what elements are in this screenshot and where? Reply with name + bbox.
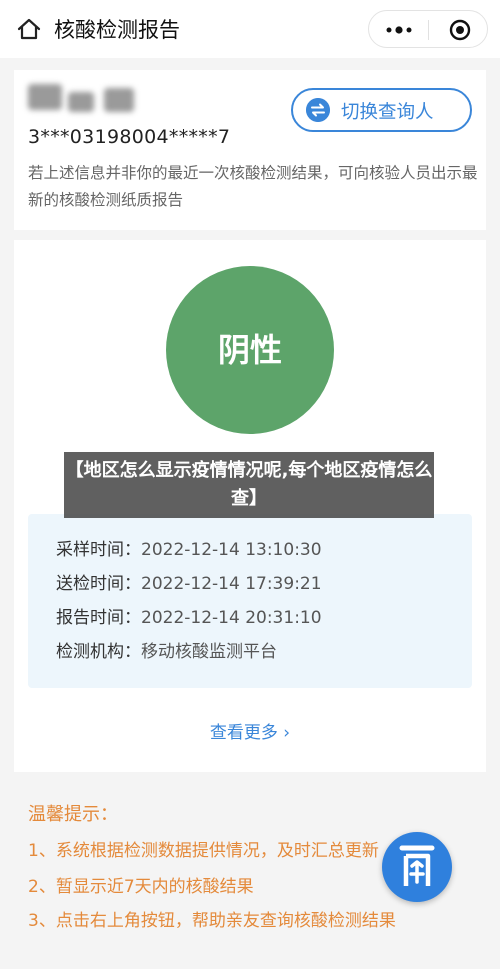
info-label: 报告时间： xyxy=(56,608,141,628)
page-title: 核酸检测报告 xyxy=(54,18,180,42)
tip-item: 2、暂显示近7天内的核酸结果 xyxy=(28,877,254,897)
floating-app-button[interactable] xyxy=(382,832,452,902)
view-more-link[interactable]: 查看更多 › xyxy=(14,718,486,743)
caption-overlay: 【地区怎么显示疫情情况呢,每个地区疫情怎么查】 xyxy=(64,452,434,518)
info-row-report: 报告时间：2022-12-14 20:31:10 xyxy=(56,606,322,630)
top-bar: 核酸检测报告 xyxy=(0,0,500,58)
target-close-icon[interactable] xyxy=(449,19,471,41)
info-label: 检测机构： xyxy=(56,642,141,662)
blurred-name xyxy=(24,80,144,118)
tip-item: 1、系统根据检测数据提供情况，及时汇总更新 xyxy=(28,841,379,861)
info-row-submission: 送检时间：2022-12-14 17:39:21 xyxy=(56,572,322,596)
result-status-circle: 阴性 xyxy=(166,266,334,434)
home-icon[interactable] xyxy=(16,16,42,42)
result-status: 阴性 xyxy=(217,331,282,369)
info-label: 采样时间： xyxy=(56,540,141,560)
info-value: 2022-12-14 17:39:21 xyxy=(141,574,322,594)
switch-user-icon xyxy=(306,98,330,122)
capsule-divider xyxy=(428,20,429,40)
info-label: 送检时间： xyxy=(56,574,141,594)
more-dots-icon[interactable] xyxy=(383,23,415,37)
info-value: 2022-12-14 20:31:10 xyxy=(141,608,322,628)
app-logo-icon xyxy=(399,845,435,886)
tips-title: 温馨提示： xyxy=(28,804,118,825)
miniapp-capsule xyxy=(368,10,488,48)
info-row-sampling: 采样时间：2022-12-14 13:10:30 xyxy=(56,538,322,562)
info-row-institution: 检测机构：移动核酸监测平台 xyxy=(56,640,277,664)
id-number: 3***03198004*****7 xyxy=(28,126,231,148)
tip-item: 3、点击右上角按钮，帮助亲友查询核酸检测结果 xyxy=(28,911,396,931)
info-value: 移动核酸监测平台 xyxy=(141,642,277,662)
switch-user-label: 切换查询人 xyxy=(341,102,434,123)
test-info-box: 采样时间：2022-12-14 13:10:30 送检时间：2022-12-14… xyxy=(28,514,472,688)
user-info-card: 3***03198004*****7 若上述信息并非你的最近一次核酸检测结果，可… xyxy=(14,70,486,230)
switch-user-button[interactable]: 切换查询人 xyxy=(291,88,472,132)
user-note: 若上述信息并非你的最近一次核酸检测结果，可向核验人员出示最新的核酸检测纸质报告 xyxy=(28,164,478,209)
info-value: 2022-12-14 13:10:30 xyxy=(141,540,322,560)
